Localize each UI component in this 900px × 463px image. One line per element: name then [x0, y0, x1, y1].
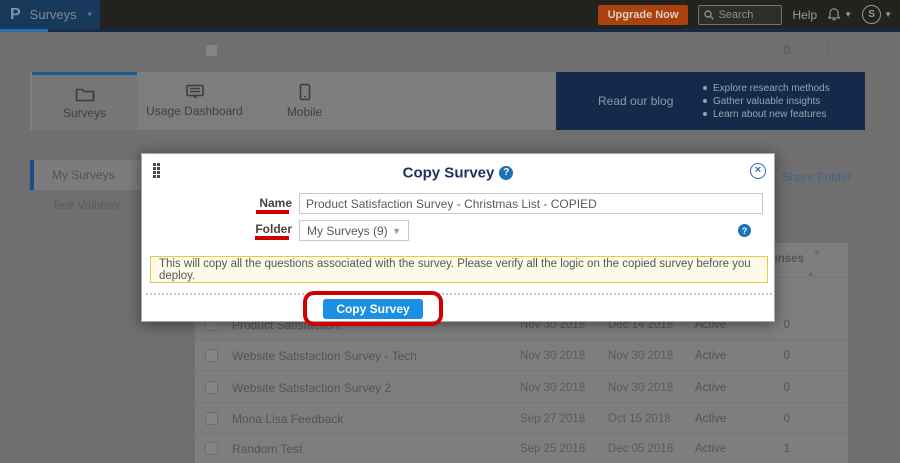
upgrade-now-button[interactable]: Upgrade Now [598, 5, 689, 25]
chevron-down-icon: ▼ [86, 10, 94, 19]
red-annotation-underline [255, 236, 289, 240]
banner-bullet-item: Gather valuable insights [703, 96, 830, 107]
responses-count: 0 [760, 382, 790, 394]
modified-date: Dec 05 2018 [608, 443, 673, 455]
header-bottom-border-accent [0, 29, 48, 32]
survey-name[interactable]: Website Satisfaction Survey 2 [232, 381, 391, 395]
survey-name[interactable]: Website Satisfaction Survey - Tech [232, 349, 417, 363]
product-switcher[interactable]: P Surveys ▼ [0, 0, 100, 29]
folder-icon [75, 86, 95, 102]
chevron-down-icon: ▼ [392, 226, 401, 236]
banner-bullet-list: Explore research methods Gather valuable… [703, 83, 830, 120]
modal-title: Copy Survey [403, 164, 495, 181]
tab-usage-dashboard[interactable]: Usage Dashboard [137, 72, 252, 130]
table-row[interactable]: Random Test Sep 25 2018 Dec 05 2018 Acti… [195, 433, 848, 463]
folder-field-label: Folder [232, 222, 292, 236]
banner-bullet-item: Learn about new features [703, 109, 830, 120]
chevron-down-icon: ▼ [844, 10, 852, 19]
created-date: Nov 30 2018 [520, 350, 585, 362]
search-box[interactable] [698, 5, 782, 25]
search-icon [704, 10, 714, 20]
section-tabs-strip: Surveys Usage Dashboard Mobile Read our … [30, 72, 865, 130]
banner-title: Read our blog [598, 94, 703, 108]
row-checkbox[interactable] [205, 381, 218, 394]
search-input[interactable] [718, 9, 776, 21]
avatar: S [862, 5, 881, 24]
bullet-text: Gather valuable insights [713, 96, 820, 107]
mobile-icon [299, 83, 311, 101]
notifications-button[interactable]: ▼ [827, 7, 852, 22]
close-icon[interactable]: × [750, 163, 766, 179]
kebab-menu-icon[interactable]: ⋮ [822, 42, 835, 58]
row-checkbox[interactable] [205, 412, 218, 425]
table-row[interactable]: Mona Lisa Feedback Sep 27 2018 Oct 15 20… [195, 403, 848, 434]
status-label: Active [695, 382, 726, 394]
app-logo: P [10, 7, 21, 23]
warning-message: This will copy all the questions associa… [150, 256, 768, 283]
row-checkbox[interactable] [205, 442, 218, 455]
responses-count: 1 [760, 443, 790, 455]
responses-count: 0 [760, 413, 790, 425]
status-label: Active [695, 350, 726, 362]
responses-count: 0 [760, 45, 790, 57]
row-checkbox[interactable] [205, 44, 218, 57]
modified-date: Nov 30 2018 [608, 382, 673, 394]
name-field-label: Name [232, 196, 292, 210]
banner-bullet-item: Explore research methods [703, 83, 830, 94]
bullet-dot-icon [703, 112, 707, 116]
modified-date: Nov 30 2018 [608, 350, 673, 362]
sort-icon[interactable] [808, 255, 815, 273]
created-date: Sep 27 2018 [520, 413, 585, 425]
tab-label: Mobile [287, 105, 322, 119]
chevron-down-icon: ▼ [884, 10, 892, 19]
header-bottom-border [0, 29, 900, 32]
top-header-bar: P Surveys ▼ Upgrade Now Help ▼ S ▼ [0, 0, 900, 32]
share-folder-link[interactable]: Share Folder [782, 170, 851, 184]
survey-name[interactable]: Mona Lisa Feedback [232, 412, 343, 426]
survey-name-input[interactable] [299, 193, 763, 214]
help-icon[interactable]: ? [499, 166, 513, 180]
survey-name[interactable]: Random Test [232, 442, 302, 456]
help-icon[interactable]: ? [738, 224, 751, 237]
modal-title-row: Copy Survey? [142, 164, 774, 182]
modified-date: Oct 15 2018 [608, 413, 671, 425]
created-date: Sep 25 2018 [520, 443, 585, 455]
status-label: Active [695, 413, 726, 425]
folder-dropdown[interactable]: My Surveys (9) ▼ [299, 220, 409, 241]
copy-survey-modal: Copy Survey? × Name Folder My Surveys (9… [141, 153, 775, 322]
row-checkbox[interactable] [205, 349, 218, 362]
account-menu[interactable]: S ▼ [862, 5, 892, 24]
tab-surveys[interactable]: Surveys [32, 72, 137, 130]
created-date: Nov 30 2018 [520, 382, 585, 394]
product-name: Surveys [30, 7, 77, 22]
tab-label: Usage Dashboard [146, 104, 243, 118]
bullet-dot-icon [703, 86, 707, 90]
header-right-group: Upgrade Now Help ▼ S ▼ [598, 0, 892, 29]
bullet-dot-icon [703, 99, 707, 103]
tab-label: Surveys [63, 106, 106, 120]
blog-banner[interactable]: Read our blog Explore research methods G… [556, 72, 865, 130]
bullet-text: Learn about new features [713, 109, 826, 120]
table-row[interactable]: 0 ⋮ [195, 35, 848, 66]
table-row[interactable]: Website Satisfaction Survey - Tech Nov 3… [195, 340, 848, 371]
responses-count: 0 [760, 350, 790, 362]
status-label: Active [695, 443, 726, 455]
bell-icon [827, 7, 841, 22]
help-link[interactable]: Help [792, 8, 817, 22]
folder-selected-value: My Surveys (9) [307, 224, 388, 238]
table-row[interactable]: Website Satisfaction Survey 2 Nov 30 201… [195, 372, 848, 403]
red-annotation-underline [256, 210, 289, 214]
copy-survey-button[interactable]: Copy Survey [323, 299, 423, 319]
dashboard-icon [185, 84, 205, 100]
bullet-text: Explore research methods [713, 83, 830, 94]
tab-mobile[interactable]: Mobile [252, 72, 357, 130]
dotted-divider [146, 293, 772, 295]
